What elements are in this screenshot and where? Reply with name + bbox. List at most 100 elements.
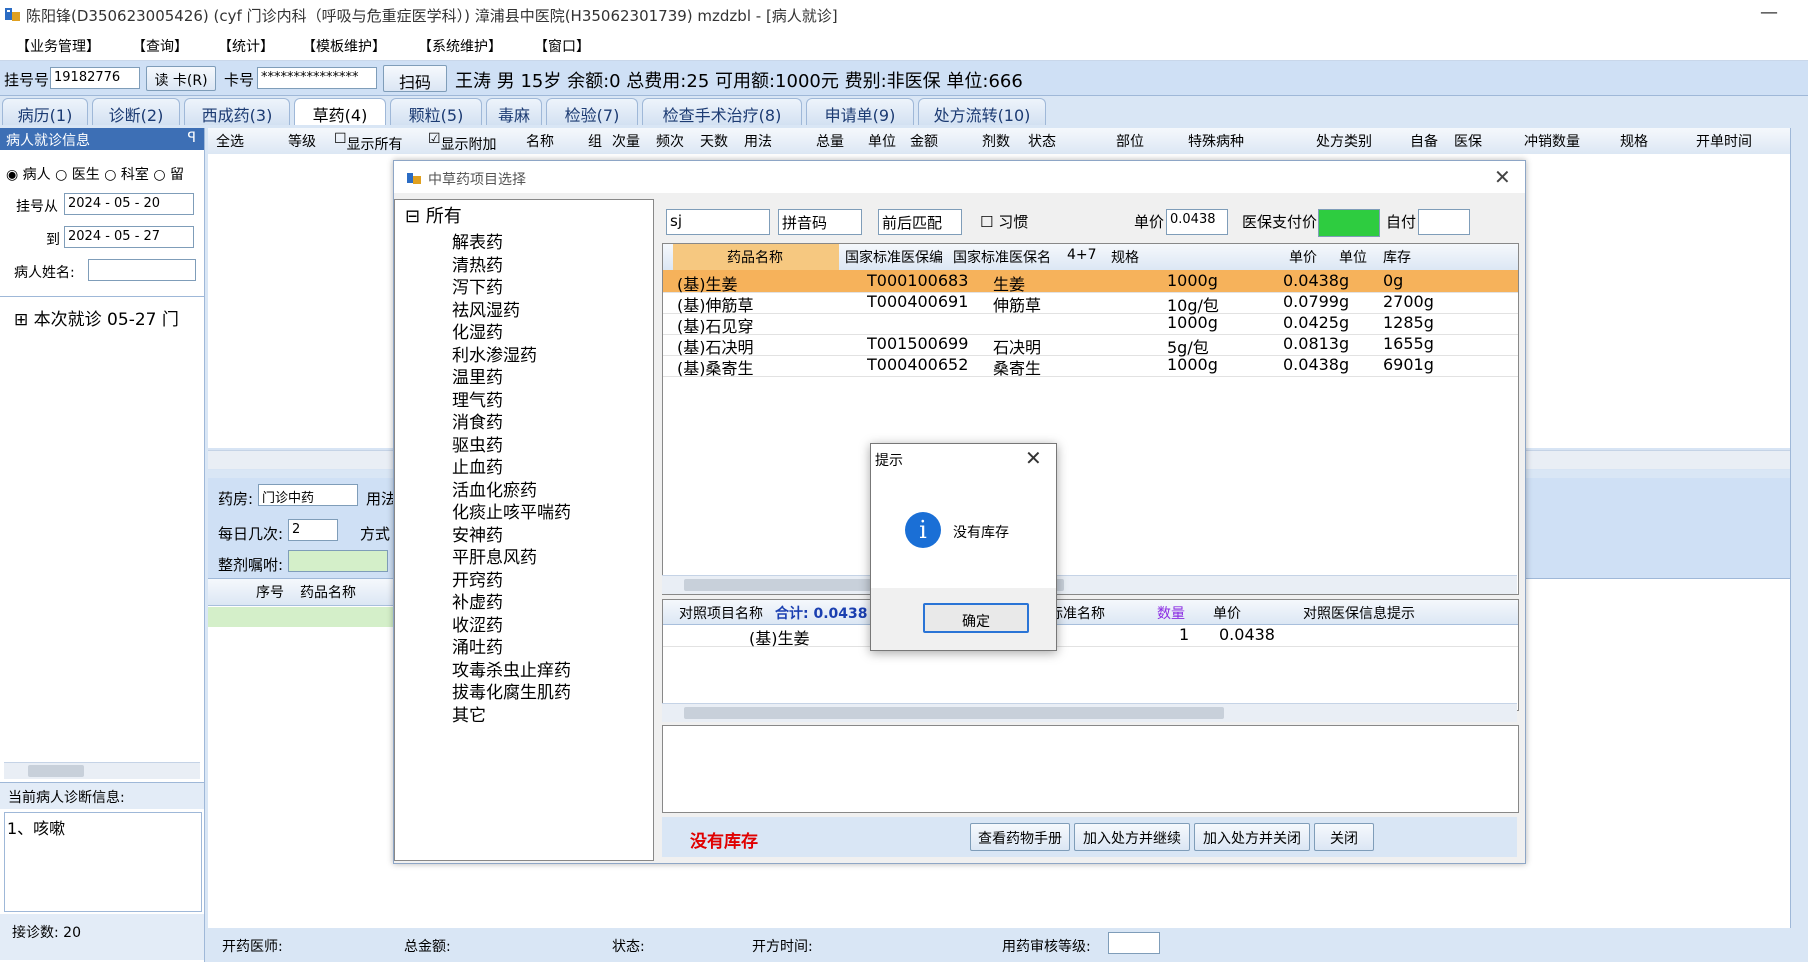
drug-cell: T000400691 — [867, 292, 969, 311]
tree-item[interactable]: 活血化瘀药 — [452, 476, 537, 501]
right-scrollbar[interactable] — [1790, 128, 1808, 928]
mapping-scrollbar[interactable] — [662, 703, 1517, 722]
ok-button[interactable]: 确定 — [923, 603, 1029, 633]
tab-herbal[interactable]: 草药(4) — [294, 98, 386, 125]
minimize-button[interactable]: — — [1760, 2, 1778, 23]
tree-item[interactable]: 消食药 — [452, 408, 503, 433]
tree-item[interactable]: 平肝息风药 — [452, 543, 537, 568]
reg-from-date[interactable]: 2024 - 05 - 20 — [64, 193, 194, 215]
menu-statistics[interactable]: 【统计】 — [218, 36, 274, 56]
msgbox-close-icon[interactable]: ✕ — [1025, 446, 1042, 470]
self-pay-input[interactable] — [1418, 209, 1470, 235]
show-extra-checkbox[interactable]: ☑ 显示附加 — [428, 131, 497, 153]
tab-western-medicine[interactable]: 西成药(3) — [184, 98, 290, 125]
pin-icon[interactable]: ꟼ — [188, 130, 196, 146]
drug-cell: 1000g — [1167, 313, 1218, 332]
reg-to-date[interactable]: 2024 - 05 - 27 — [64, 226, 194, 248]
habit-checkbox[interactable]: ☐ 习惯 — [980, 211, 1028, 232]
add-continue-button[interactable]: 加入处方并继续 — [1074, 823, 1190, 851]
radio-stay[interactable]: ○ 留 — [153, 167, 184, 183]
drug-cell: g — [1339, 355, 1350, 374]
left-scrollbar[interactable] — [4, 762, 200, 779]
tree-item[interactable]: 驱虫药 — [452, 431, 503, 456]
drug-cell: T000100683 — [867, 271, 969, 290]
read-card-button[interactable]: 读 卡(R) — [146, 66, 216, 91]
tree-item[interactable]: 其它 — [452, 701, 486, 726]
tab-record[interactable]: 病历(1) — [2, 98, 88, 125]
tree-item[interactable]: 安神药 — [452, 521, 503, 546]
tree-item[interactable]: 解表药 — [452, 228, 503, 253]
close-button[interactable]: 关闭 — [1314, 823, 1374, 851]
menu-bar: 【业务管理】 【查询】 【统计】 【模板维护】 【系统维护】 【窗口】 — [0, 30, 1808, 61]
app-icon — [5, 8, 20, 21]
tree-item[interactable]: 温里药 — [452, 363, 503, 388]
dialog-close-icon[interactable]: ✕ — [1494, 165, 1511, 189]
menu-business[interactable]: 【业务管理】 — [16, 36, 100, 56]
tree-item[interactable]: 化痰止咳平喘药 — [452, 498, 571, 523]
card-number-input[interactable]: *************** — [257, 67, 377, 89]
show-all-checkbox[interactable]: ☐ 显示所有 — [334, 131, 403, 153]
tree-item[interactable]: 化湿药 — [452, 318, 503, 343]
tree-item[interactable]: 开窍药 — [452, 566, 503, 591]
tab-prescription-transfer[interactable]: 处方流转(10) — [918, 98, 1046, 125]
hint-textbox[interactable] — [662, 725, 1519, 813]
tree-item[interactable]: 利水渗湿药 — [452, 341, 537, 366]
stock-warning: 没有库存 — [690, 832, 758, 852]
tree-item[interactable]: 理气药 — [452, 386, 503, 411]
unit-price-input[interactable]: 0.0438 — [1166, 209, 1228, 235]
pharmacy-select[interactable]: 门诊中药 — [258, 484, 358, 506]
drug-row[interactable]: (基)桑寄生 T000400652 桑寄生 1000g 0.0438 g 6901g — [663, 354, 1518, 378]
dialog-app-icon — [407, 173, 421, 184]
drug-row[interactable]: (基)石决明 T001500699 石决明 5g/包 0.0813 g 1655g — [663, 333, 1518, 357]
msgbox-text: 没有库存 — [953, 525, 1009, 541]
insurance-price-field[interactable] — [1318, 209, 1380, 237]
drug-table-scrollbar[interactable] — [662, 575, 1517, 594]
menu-query[interactable]: 【查询】 — [132, 36, 188, 56]
tab-request[interactable]: 申请单(9) — [806, 98, 914, 125]
tree-item[interactable]: 攻毒杀虫止痒药 — [452, 656, 571, 681]
drug-row[interactable]: (基)伸筋草 T000400691 伸筋草 10g/包 0.0799 g 2700g — [663, 291, 1518, 315]
tree-item[interactable]: 收涩药 — [452, 611, 503, 636]
patient-name-input[interactable] — [88, 259, 196, 281]
drug-manual-button[interactable]: 查看药物手册 — [970, 823, 1070, 851]
note-input[interactable] — [288, 550, 388, 572]
tab-granule[interactable]: 颗粒(5) — [390, 98, 482, 125]
drug-cell: 1000g — [1167, 271, 1218, 290]
daily-times-select[interactable]: 2 — [288, 519, 338, 541]
search-mode-select[interactable]: 拼音码 — [778, 209, 862, 235]
tree-item[interactable]: 祛风湿药 — [452, 296, 520, 321]
tree-item[interactable]: 泻下药 — [452, 273, 503, 298]
drug-cell: 0g — [1383, 271, 1404, 290]
tree-item[interactable]: 拔毒化腐生肌药 — [452, 678, 571, 703]
tree-root[interactable]: ⊟ 所有 — [405, 202, 462, 228]
tab-diagnosis[interactable]: 诊断(2) — [92, 98, 180, 125]
menu-system[interactable]: 【系统维护】 — [418, 36, 502, 56]
tab-lab[interactable]: 检验(7) — [546, 98, 638, 125]
radio-patient[interactable]: ◉ 病人 — [6, 167, 51, 183]
match-mode-select[interactable]: 前后匹配 — [878, 209, 962, 235]
tab-narcotic[interactable]: 毒麻 — [486, 98, 542, 125]
scan-button[interactable]: 扫码 — [383, 65, 447, 92]
tree-item[interactable]: 止血药 — [452, 453, 503, 478]
reg-number-input[interactable]: 19182776 — [50, 67, 140, 89]
menu-template[interactable]: 【模板维护】 — [302, 36, 386, 56]
search-input[interactable]: sj — [666, 209, 770, 235]
menu-window[interactable]: 【窗口】 — [534, 36, 590, 56]
review-level-input[interactable] — [1108, 932, 1160, 954]
drug-row[interactable]: (基)石见穿 1000g 0.0425 g 1285g — [663, 312, 1518, 336]
drug-cell: 桑寄生 — [993, 359, 1042, 378]
add-close-button[interactable]: 加入处方并关闭 — [1194, 823, 1310, 851]
radio-department[interactable]: ○ 科室 — [104, 167, 149, 183]
dialog-title-bar: 中草药项目选择 ✕ — [394, 161, 1525, 193]
tree-item[interactable]: 补虚药 — [452, 588, 503, 613]
herb-grid-row[interactable] — [208, 607, 408, 627]
tab-exam-surgery[interactable]: 检查手术治疗(8) — [642, 98, 802, 125]
tree-item[interactable]: 清热药 — [452, 251, 503, 276]
visit-node[interactable]: ⊞ 本次就诊 05-27 门 — [14, 305, 179, 330]
tree-item[interactable]: 涌吐药 — [452, 633, 503, 658]
radio-doctor[interactable]: ○ 医生 — [55, 167, 100, 183]
drug-row[interactable]: (基)生姜 T000100683 生姜 1000g 0.0438 g 0g — [663, 270, 1518, 294]
diagnosis-textbox[interactable]: 1、咳嗽 — [4, 812, 202, 912]
mapping-row[interactable]: (基)生姜 生姜 1 0.0438 — [663, 624, 1518, 648]
drug-cell: T001500699 — [867, 334, 969, 353]
